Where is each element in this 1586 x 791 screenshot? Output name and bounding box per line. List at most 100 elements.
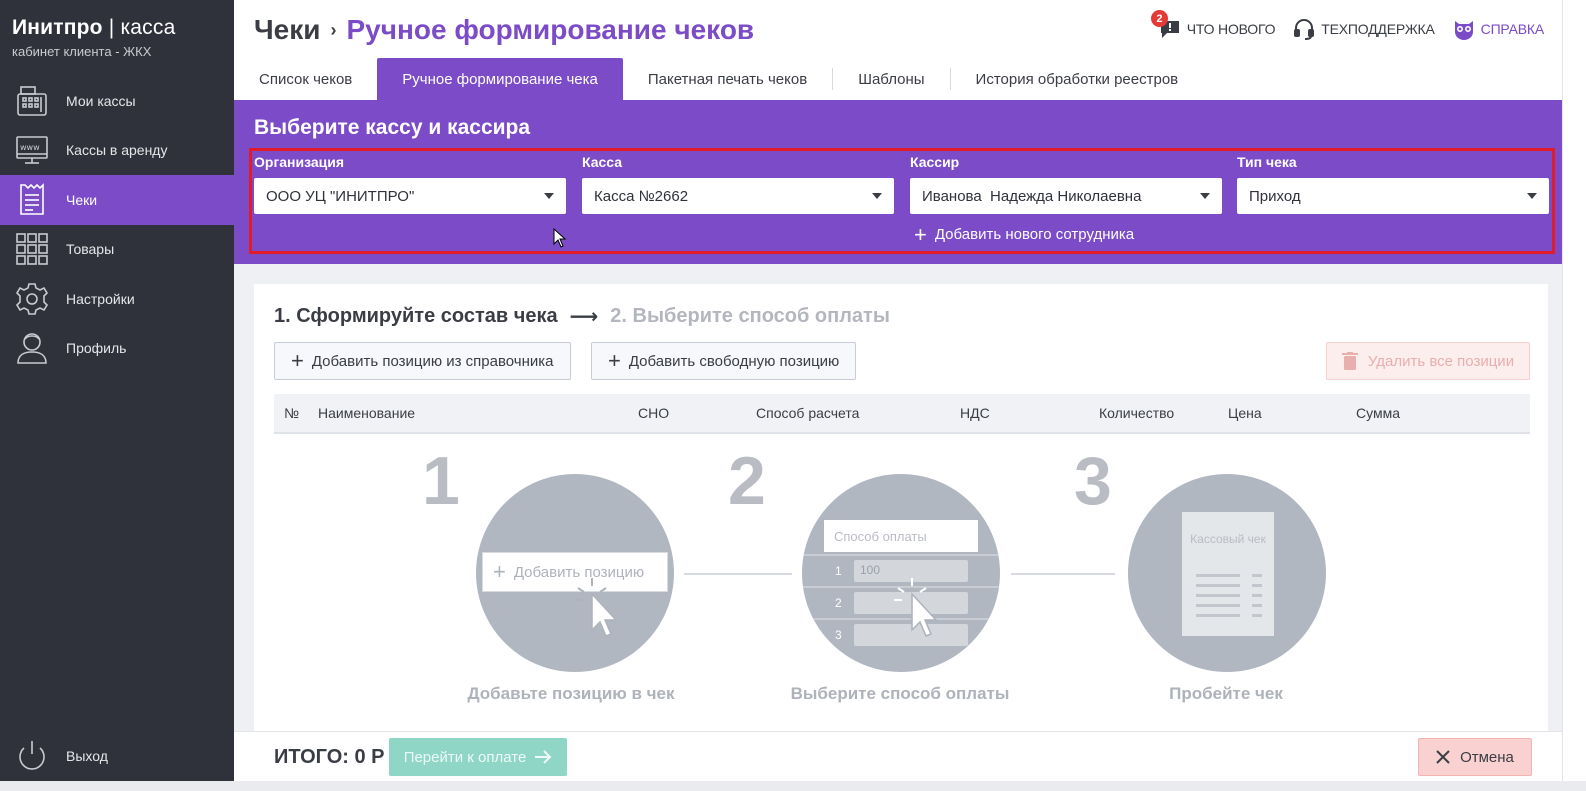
notification-badge: 2 — [1150, 10, 1168, 27]
column-header-price: Цена — [1228, 405, 1262, 421]
mock-divider — [802, 554, 1000, 556]
section-title: Выберите кассу и кассира — [254, 116, 531, 139]
column-header-vat: НДС — [960, 405, 990, 421]
receipt-composition-card: 1. Сформируйте состав чека ⟶ 2. Выберите… — [254, 284, 1548, 731]
sidebar-item-label: Профиль — [66, 340, 127, 357]
receipt-line — [1252, 604, 1262, 607]
cancel-button[interactable]: Отмена — [1418, 738, 1532, 776]
cashier-value: Иванова Надежда Николаевна — [922, 187, 1142, 205]
whats-new-link[interactable]: 2 ЧТО НОВОГО — [1150, 10, 1276, 40]
headset-icon — [1293, 18, 1315, 40]
column-header-name: Наименование — [318, 405, 416, 421]
delete-all-label: Удалить все позиции — [1367, 352, 1515, 370]
step-1-label: 1. Сформируйте состав чека — [274, 305, 558, 327]
brand-separator: | — [102, 16, 121, 39]
organization-field: Организация ООО УЦ "ИНИТПРО" — [254, 154, 566, 214]
delete-all-button[interactable]: Удалить все позиции — [1326, 342, 1530, 380]
add-employee-label: Добавить нового сотрудника — [934, 226, 1135, 243]
add-from-catalog-button[interactable]: + Добавить позицию из справочника — [274, 342, 571, 380]
kassa-selection-panel: Выберите кассу и кассира Организация ООО… — [234, 100, 1586, 264]
receipt-type-value: Приход — [1249, 187, 1301, 205]
go-to-payment-button[interactable]: Перейти к оплате — [389, 738, 567, 776]
kassa-value: Касса №2662 — [594, 187, 689, 205]
kassa-label: Касса — [582, 154, 623, 170]
cashier-select[interactable]: Иванова Надежда Николаевна — [910, 178, 1222, 214]
sidebar-item-label: Товары — [66, 241, 115, 258]
tab-manual-receipt[interactable]: Ручное формирование чека — [377, 58, 623, 100]
brand-logo[interactable]: Инитпро | касса — [12, 16, 175, 40]
organization-select[interactable]: ООО УЦ "ИНИТПРО" — [254, 178, 566, 214]
arrow-right-icon: ⟶ — [569, 306, 599, 328]
sidebar-item-label: Мои кассы — [66, 92, 136, 109]
sidebar: Инитпро | касса кабинет клиента - ЖКХ Мо… — [0, 0, 234, 791]
positions-table-header: № Наименование СНО Способ расчета НДС Ко… — [274, 394, 1530, 434]
sidebar-item-goods[interactable]: Товары — [0, 225, 234, 275]
receipt-line — [1196, 594, 1240, 597]
chevron-down-icon — [1527, 193, 1537, 199]
plus-icon: + — [493, 559, 506, 584]
step-connector — [684, 573, 792, 575]
whats-new-label: ЧТО НОВОГО — [1186, 21, 1276, 37]
step-indicator: 1. Сформируйте состав чека ⟶ 2. Выберите… — [274, 304, 890, 329]
tab-templates[interactable]: Шаблоны — [833, 58, 949, 100]
sidebar-item-my-kassy[interactable]: Мои кассы — [0, 76, 234, 126]
breadcrumb-root[interactable]: Чеки — [254, 14, 320, 45]
add-free-position-button[interactable]: + Добавить свободную позицию — [591, 342, 857, 380]
help-label: СПРАВКА — [1480, 21, 1545, 37]
scrollbar[interactable] — [1562, 0, 1586, 781]
help-link[interactable]: СПРАВКА — [1453, 18, 1544, 40]
organization-value: ООО УЦ "ИНИТПРО" — [266, 187, 415, 205]
logout-button[interactable]: Выход — [0, 733, 234, 779]
step-connector — [1011, 573, 1115, 575]
kassa-select[interactable]: Касса №2662 — [582, 178, 894, 214]
sidebar-item-label: Кассы в аренду — [66, 142, 168, 159]
step-3-caption: Пробейте чек — [1169, 684, 1283, 703]
sidebar-item-label: Чеки — [66, 191, 98, 208]
arrow-right-icon — [535, 750, 552, 764]
step-2-caption: Выберите способ оплаты — [790, 684, 1010, 703]
bottom-strip — [0, 781, 1586, 791]
tab-bar: Список чеков Ручное формирование чека Па… — [234, 58, 1586, 100]
brand-product: касса — [120, 16, 176, 39]
empty-state-illustration: 1 + Добавить позицию Добавьте позицию в … — [254, 434, 1548, 731]
step-number-1: 1 — [422, 443, 460, 519]
receipt-type-field: Тип чека Приход — [1237, 154, 1549, 214]
trash-icon — [1341, 352, 1358, 370]
column-header-sno: СНО — [638, 405, 670, 421]
receipt-type-select[interactable]: Приход — [1237, 178, 1549, 214]
support-link[interactable]: ТЕХПОДДЕРЖКА — [1293, 18, 1435, 40]
power-icon — [14, 738, 50, 774]
step-number-2: 2 — [728, 443, 766, 519]
cash-register-icon — [14, 83, 50, 119]
tab-batch-print[interactable]: Пакетная печать чеков — [623, 58, 832, 100]
receipt-mock-title: Кассовый чек — [1190, 532, 1266, 546]
cancel-label: Отмена — [1460, 748, 1514, 766]
receipt-line — [1252, 574, 1262, 577]
column-header-number: № — [284, 405, 300, 421]
step-1-circle: + Добавить позицию — [476, 474, 674, 672]
sidebar-item-label: Настройки — [66, 290, 135, 307]
sidebar-item-profile[interactable]: Профиль — [0, 324, 234, 374]
add-employee-button[interactable]: + Добавить нового сотрудника — [914, 223, 1135, 245]
breadcrumb-separator-icon: › — [330, 20, 337, 40]
sidebar-item-settings[interactable]: Настройки — [0, 274, 234, 324]
cashier-label: Кассир — [910, 154, 960, 170]
user-icon — [14, 330, 50, 366]
tab-registry-history[interactable]: История обработки реестров — [951, 58, 1204, 100]
sidebar-item-receipts[interactable]: Чеки — [0, 175, 234, 225]
receipt-line — [1252, 614, 1262, 617]
sidebar-item-rent[interactable]: www Кассы в аренду — [0, 126, 234, 176]
tab-receipts-list[interactable]: Список чеков — [234, 58, 377, 100]
click-cursor-icon — [574, 578, 618, 637]
mouse-cursor-icon — [553, 228, 567, 248]
receipt-line — [1252, 584, 1262, 587]
breadcrumb: Чеки › Ручное формирование чеков — [254, 14, 754, 46]
receipt-mock: Кассовый чек — [1182, 512, 1274, 636]
gear-icon — [14, 281, 50, 317]
plus-icon: + — [291, 348, 304, 373]
mock-row-index: 1 — [835, 564, 842, 578]
chevron-down-icon — [1200, 193, 1210, 199]
mock-row-index: 2 — [835, 596, 842, 610]
go-to-payment-label: Перейти к оплате — [403, 748, 527, 766]
add-from-catalog-label: Добавить позицию из справочника — [311, 352, 554, 370]
